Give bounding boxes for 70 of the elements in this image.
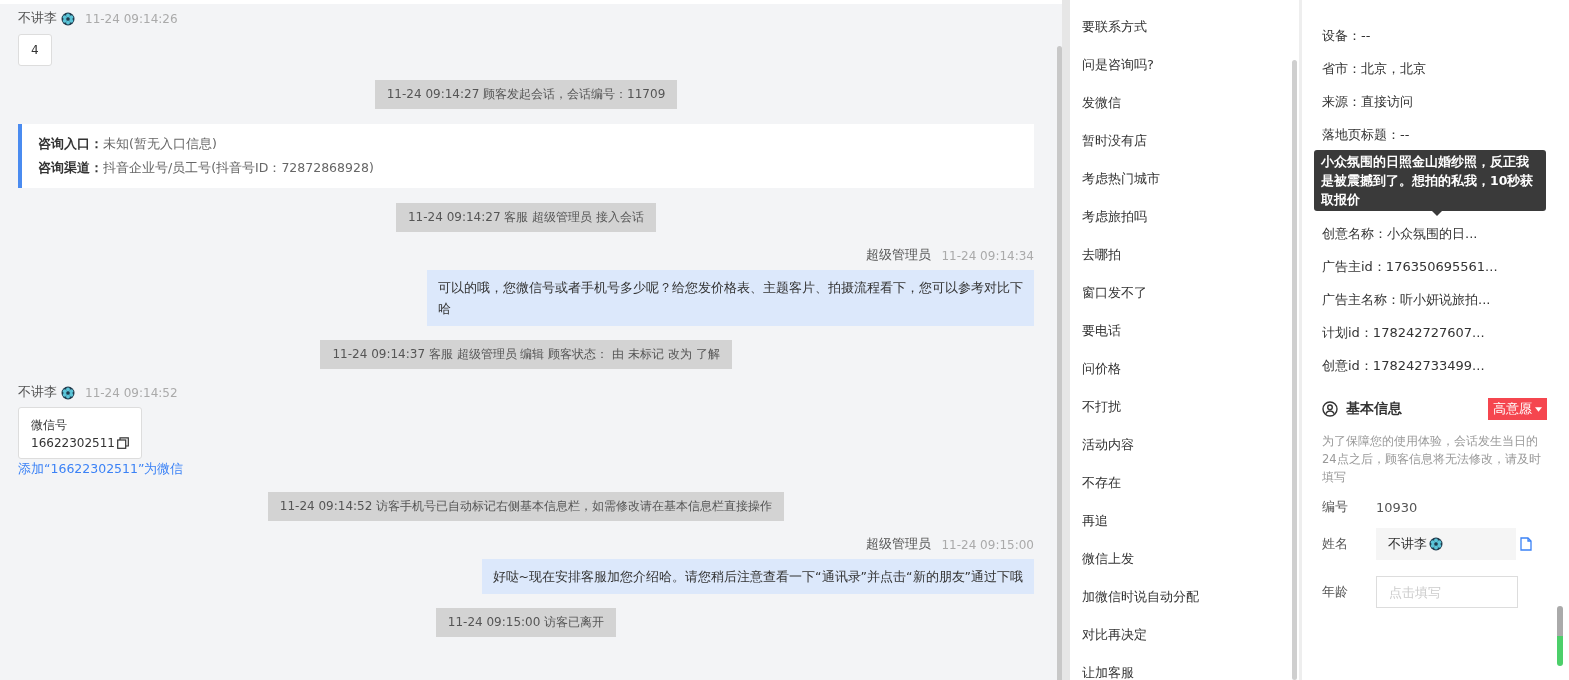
message-time: 11-24 09:14:52 bbox=[85, 385, 178, 400]
field-value: 10930 bbox=[1376, 499, 1418, 515]
entry-label: 咨询入口： bbox=[38, 136, 103, 151]
card-title: 微信号 bbox=[31, 417, 68, 434]
quick-reply-item[interactable]: 暂时没有店 bbox=[1082, 130, 1299, 168]
flower-icon bbox=[61, 11, 75, 26]
quick-reply-item[interactable]: 微信上发 bbox=[1082, 548, 1299, 586]
sender-name: 超级管理员 bbox=[866, 536, 932, 553]
source-field: 广告主名称：听小妍说旅拍... bbox=[1322, 292, 1491, 307]
message-time: 11-24 09:15:00 bbox=[941, 537, 1034, 552]
source-field: 落地页标题：-- bbox=[1322, 127, 1410, 142]
flower-icon bbox=[1429, 537, 1443, 551]
quick-reply-item[interactable]: 要联系方式 bbox=[1082, 16, 1299, 54]
source-field: 计划id：178242727607... bbox=[1322, 325, 1485, 340]
source-field: 创意id：178242733499... bbox=[1322, 358, 1485, 373]
quick-reply-item[interactable]: 要电话 bbox=[1082, 320, 1299, 358]
source-field: 广告主id：176350695561... bbox=[1322, 259, 1498, 274]
quick-reply-item[interactable]: 窗口发不了 bbox=[1082, 282, 1299, 320]
system-notice: 11-24 09:14:27 顾客发起会话，会话编号：11709 bbox=[374, 80, 678, 109]
quick-reply-item[interactable]: 对比再决定 bbox=[1082, 624, 1299, 662]
quick-reply-item[interactable]: 考虑热门城市 bbox=[1082, 168, 1299, 206]
message-bubble: 4 bbox=[18, 34, 52, 66]
entry-value: 未知(暂无入口信息) bbox=[103, 136, 217, 151]
section-title: 基本信息 bbox=[1346, 400, 1402, 418]
message-time: 11-24 09:14:26 bbox=[85, 11, 178, 26]
quick-reply-item[interactable]: 去哪拍 bbox=[1082, 244, 1299, 282]
scrollbar[interactable] bbox=[1557, 606, 1563, 666]
tooltip: 小众氛围的日照金山婚纱照，反正我是被震撼到了。想拍的私我，10秒获取报价 bbox=[1314, 150, 1546, 211]
sender-name: 不讲李 bbox=[18, 10, 57, 27]
field-label: 年龄 bbox=[1322, 583, 1349, 601]
add-wechat-link[interactable]: 添加“16622302511”为微信 bbox=[18, 461, 184, 478]
caret-icon bbox=[1535, 406, 1542, 412]
system-notice: 11-24 09:14:52 访客手机号已自动标记右侧基本信息栏，如需修改请在基本信息栏直接操作 bbox=[267, 492, 785, 521]
scrollbar[interactable] bbox=[1057, 46, 1062, 680]
wechat-number: 16622302511 bbox=[31, 435, 115, 452]
message-bubble: 可以的哦，您微信号或者手机号多少呢？给您发价格表、主题客片、拍摄流程看下，您可以参考对比下哈 bbox=[427, 270, 1034, 326]
quick-reply-item[interactable]: 发微信 bbox=[1082, 92, 1299, 130]
source-field: 创意名称：小众氛围的日... bbox=[1322, 226, 1478, 241]
quick-reply-item[interactable]: 不打扰 bbox=[1082, 396, 1299, 434]
system-notice: 11-24 09:14:27 客服 超级管理员 接入会话 bbox=[396, 203, 656, 232]
scrollbar[interactable] bbox=[1292, 60, 1297, 680]
sender-name: 不讲李 bbox=[18, 384, 57, 401]
system-notice: 11-24 09:15:00 访客已离开 bbox=[435, 608, 617, 637]
name-field[interactable]: 不讲李 bbox=[1376, 528, 1516, 560]
sender-name: 超级管理员 bbox=[866, 247, 932, 264]
quick-reply-item[interactable]: 让加客服 bbox=[1082, 662, 1299, 680]
quick-reply-item[interactable]: 再追 bbox=[1082, 510, 1299, 548]
message-bubble: 好哒~现在安排客服加您介绍哈。请您稍后注意查看一下“通讯录”并点击“新的朋友”通过下哦 bbox=[481, 559, 1034, 594]
system-notice: 11-24 09:14:37 客服 超级管理员 编辑 顾客状态： 由 未标记 改为 了解 bbox=[320, 340, 732, 369]
user-icon bbox=[1322, 401, 1338, 417]
quick-reply-item[interactable]: 问是咨询吗? bbox=[1082, 54, 1299, 92]
field-label: 姓名 bbox=[1322, 535, 1349, 553]
flower-icon bbox=[61, 385, 75, 400]
quick-reply-item[interactable]: 问价格 bbox=[1082, 358, 1299, 396]
quick-reply-item[interactable]: 加微信时说自动分配 bbox=[1082, 586, 1299, 624]
entry-label: 咨询渠道： bbox=[38, 160, 103, 175]
intent-dropdown[interactable]: 高意愿 bbox=[1488, 398, 1547, 420]
document-icon[interactable] bbox=[1520, 537, 1532, 551]
notice-text: 为了保障您的使用体验，会话发生当日的24点之后，顾客信息将无法修改，请及时填写 bbox=[1322, 433, 1542, 486]
field-label: 编号 bbox=[1322, 498, 1349, 516]
quick-reply-item[interactable]: 活动内容 bbox=[1082, 434, 1299, 472]
source-field: 设备：-- bbox=[1322, 28, 1371, 43]
message-time: 11-24 09:14:34 bbox=[941, 248, 1034, 263]
source-field: 省市：北京，北京 bbox=[1322, 61, 1426, 76]
source-field: 来源：直接访问 bbox=[1322, 94, 1413, 109]
entry-value: 抖音企业号/员工号(抖音号ID：72872868928) bbox=[103, 160, 374, 175]
copy-icon[interactable] bbox=[117, 437, 129, 449]
quick-reply-item[interactable]: 考虑旅拍吗 bbox=[1082, 206, 1299, 244]
quick-reply-item[interactable]: 不存在 bbox=[1082, 472, 1299, 510]
tooltip-arrow bbox=[1432, 211, 1442, 216]
